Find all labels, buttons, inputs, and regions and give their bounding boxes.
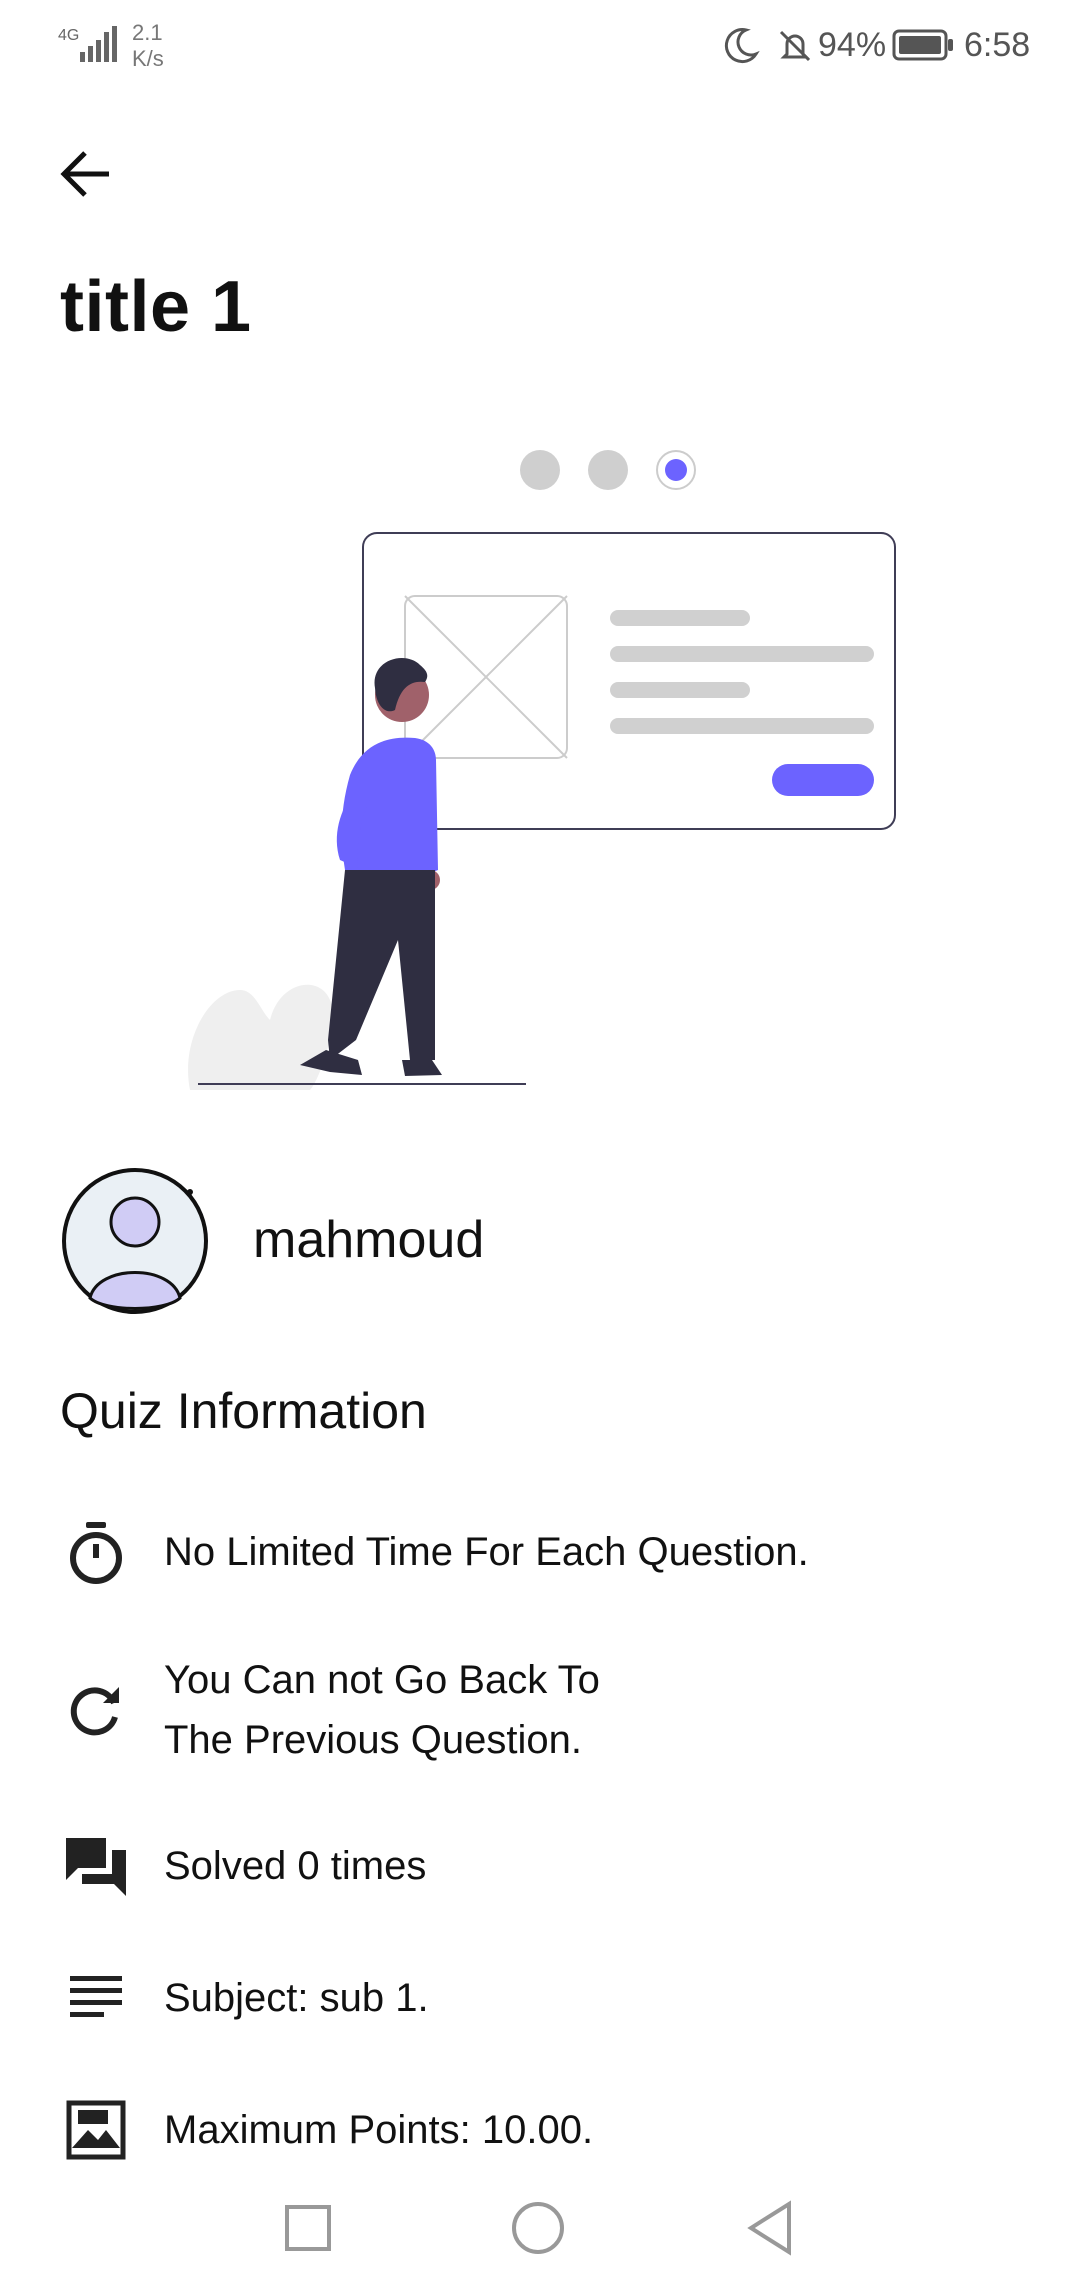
system-nav-bar (0, 2170, 1080, 2280)
timer-icon (60, 1516, 132, 1588)
status-bar: 4G 2.1 K/s 94% 6:58 (0, 0, 1080, 95)
quiz-info-heading: Quiz Information (60, 1383, 427, 1439)
square-icon (285, 2205, 331, 2251)
circle-icon (512, 2202, 564, 2254)
info-text: Subject: sub 1. (164, 1976, 429, 2020)
carousel-dot[interactable] (588, 450, 628, 490)
network-type-label: 4G (58, 27, 79, 44)
carousel-dot[interactable] (520, 450, 560, 490)
info-text: No Limited Time For Each Question. (164, 1530, 809, 1574)
quiz-illustration (180, 520, 900, 1090)
info-text: You Can not Go Back To The Previous Ques… (164, 1658, 600, 1762)
info-item-solved: Solved 0 times (60, 1830, 1040, 1902)
recent-apps-button[interactable] (268, 2188, 348, 2268)
info-text: Maximum Points: 10.00. (164, 2108, 594, 2152)
signal-icon: 4G (58, 22, 118, 71)
clock: 6:58 (964, 26, 1031, 64)
network-speed-unit: K/s (132, 46, 164, 71)
chat-icon (60, 1830, 132, 1902)
info-item-navigation: You Can not Go Back To The Previous Ques… (60, 1650, 1040, 1770)
triangle-back-icon (747, 2200, 791, 2256)
refresh-icon (60, 1674, 132, 1746)
lines-icon (60, 1962, 132, 2034)
avatar[interactable] (60, 1166, 210, 1316)
network-speed: 2.1 K/s (132, 20, 164, 72)
author-name: mahmoud (253, 1211, 485, 1269)
carousel-dot-active[interactable] (656, 450, 696, 490)
moon-icon (720, 26, 760, 71)
image-icon (60, 2094, 132, 2166)
back-button[interactable] (44, 132, 128, 216)
battery-percent: 94% (818, 26, 887, 64)
network-speed-value: 2.1 (132, 20, 163, 45)
carousel-indicator (520, 450, 696, 490)
info-text: Solved 0 times (164, 1844, 427, 1888)
back-nav-button[interactable] (730, 2188, 810, 2268)
info-item-subject: Subject: sub 1. (60, 1962, 1040, 2034)
info-item-points: Maximum Points: 10.00. (60, 2094, 1040, 2166)
info-item-time: No Limited Time For Each Question. (60, 1516, 1040, 1588)
battery-icon (892, 28, 954, 67)
arrow-back-icon (60, 151, 109, 197)
silent-bell-icon (775, 26, 815, 71)
home-button[interactable] (498, 2188, 578, 2268)
page-title: title 1 (60, 267, 252, 347)
